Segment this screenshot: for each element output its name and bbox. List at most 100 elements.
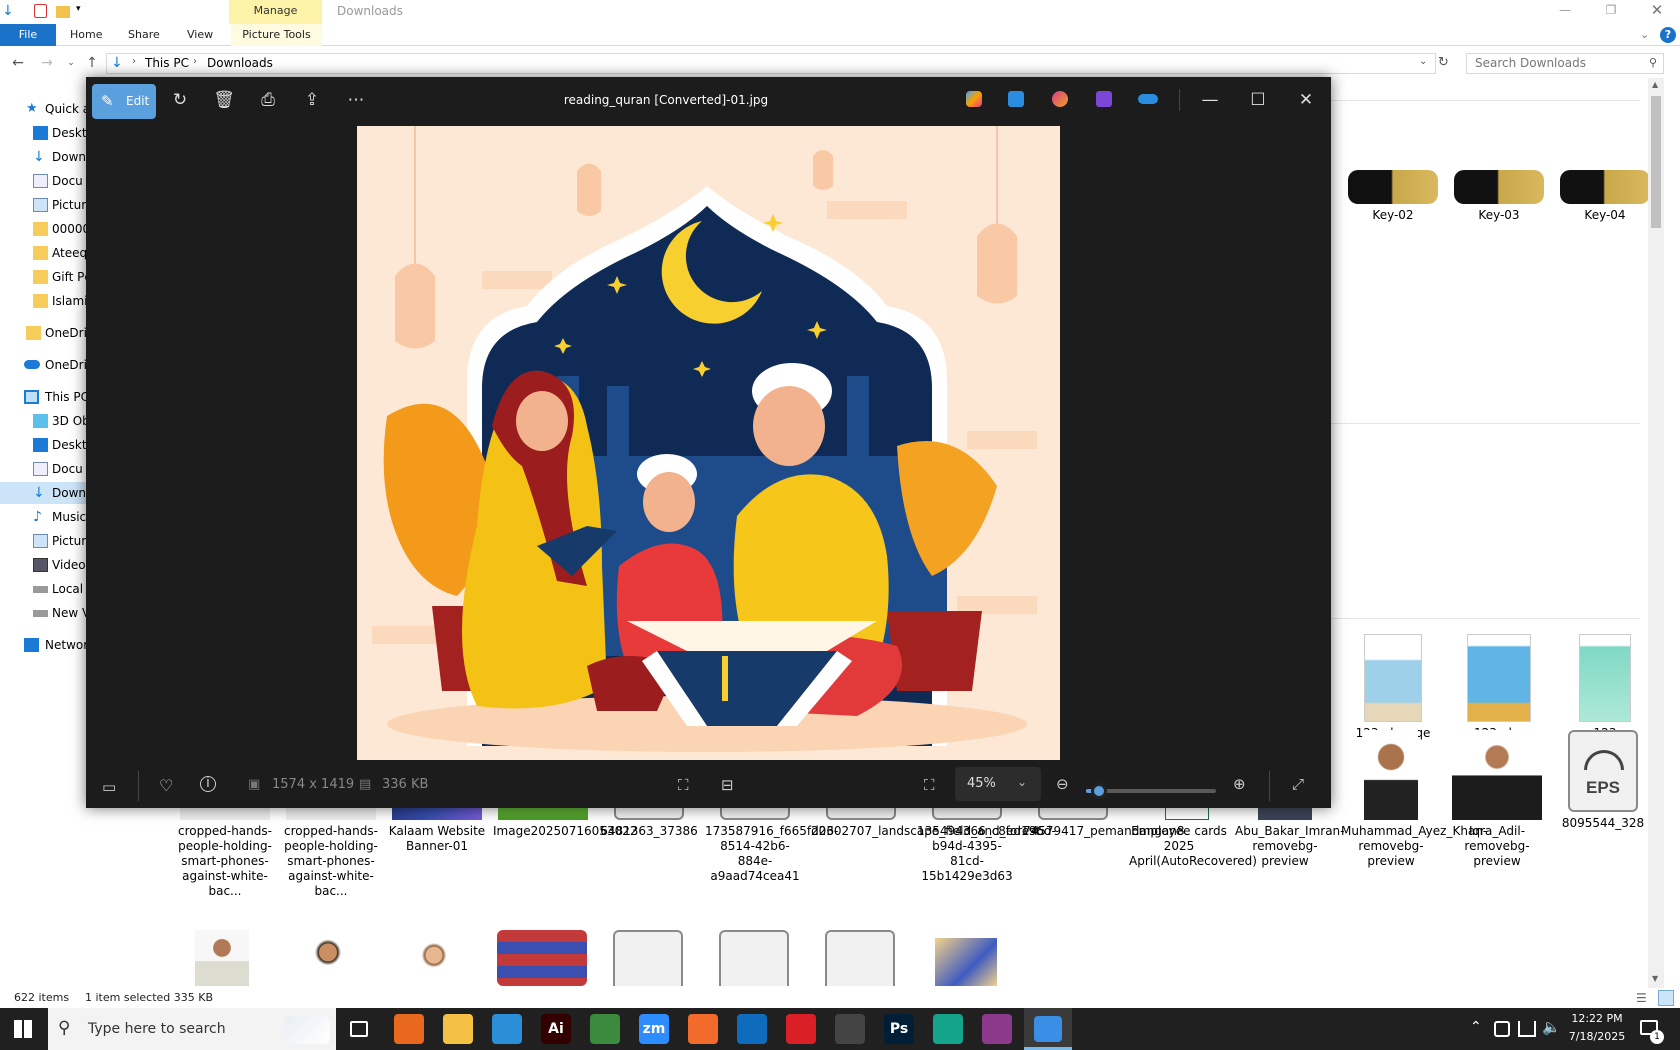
zoom-out-icon[interactable]: ⊖ — [1056, 775, 1069, 793]
breadcrumb-downloads[interactable]: Downloads — [207, 56, 273, 70]
file-tile[interactable]: Iqra_Adil-removebg-preview — [1447, 730, 1547, 869]
zoom-icon[interactable]: zm — [639, 1014, 669, 1044]
nav-pictures[interactable]: Pictur — [0, 530, 90, 552]
text-recognition-icon[interactable]: ⊟ — [721, 776, 734, 794]
breadcrumb-this-pc[interactable]: This PC — [145, 56, 189, 70]
network-icon[interactable] — [1518, 1021, 1536, 1037]
address-dropdown-icon[interactable]: ⌄ — [1419, 56, 1427, 67]
start-windows-icon[interactable] — [14, 1020, 32, 1038]
rotate-icon[interactable]: ↻ — [162, 83, 198, 117]
scroll-up-arrow-icon[interactable]: ▲ — [1652, 80, 1658, 89]
more-options-icon[interactable]: ⋯ — [338, 83, 374, 117]
outlook-icon[interactable] — [737, 1014, 767, 1044]
file-tile[interactable]: 123 — [1555, 634, 1655, 741]
file-tile[interactable]: Key-03 — [1449, 170, 1549, 223]
share-icon[interactable]: ⇪ — [294, 83, 330, 117]
minimize-button[interactable]: — — [1550, 0, 1580, 22]
copilot-icon[interactable] — [966, 91, 982, 107]
nav-desktop[interactable]: Deskto — [0, 434, 90, 456]
scroll-thumb[interactable] — [1651, 96, 1661, 228]
nav-folder[interactable]: Islami — [0, 290, 90, 312]
forward-arrow-icon[interactable]: → — [38, 54, 56, 72]
zoom-dropdown[interactable]: 45% ⌄ — [955, 767, 1041, 801]
search-icon[interactable]: ⚲ — [1649, 56, 1657, 69]
address-bar[interactable]: ↓ › This PC › Downloads ⌄ — [106, 53, 1436, 74]
clock-date[interactable]: 7/18/2025 — [1562, 1030, 1632, 1043]
file-tile[interactable]: 123edrewqe — [1343, 634, 1443, 741]
winrar-icon[interactable] — [982, 1014, 1012, 1044]
tray-app-icon[interactable] — [1494, 1021, 1510, 1037]
photos-editor-icon[interactable] — [1008, 91, 1024, 107]
print-icon[interactable]: ⎙ — [250, 83, 286, 117]
help-icon[interactable]: ? — [1660, 27, 1676, 43]
actual-size-icon[interactable]: ⛶ — [924, 776, 935, 794]
creative-cloud-icon[interactable] — [786, 1014, 816, 1044]
viewer-close-button[interactable]: ✕ — [1288, 83, 1324, 117]
eps-file-icon[interactable] — [825, 930, 895, 986]
photoshop-icon[interactable]: Ps — [884, 1014, 914, 1044]
thumbnails-view-icon[interactable] — [1658, 990, 1674, 1006]
illustrator-icon[interactable]: Ai — [541, 1014, 571, 1044]
details-view-icon[interactable]: ☰ — [1636, 988, 1647, 1008]
download-arrow-icon[interactable]: ↓ — [2, 4, 14, 18]
nav-desktop[interactable]: Deskto — [0, 122, 90, 144]
viewer-minimize-button[interactable]: — — [1192, 83, 1228, 117]
taskbar-search-input[interactable]: Type here to search — [88, 1021, 226, 1037]
chrome-icon[interactable] — [590, 1014, 620, 1044]
portrait-thumbnail[interactable] — [195, 930, 249, 986]
taskbar-search-box[interactable]: ⚲ Type here to search — [48, 1008, 336, 1050]
nav-folder[interactable]: Gift Pc — [0, 266, 90, 288]
properties-icon[interactable] — [34, 4, 47, 18]
portrait-thumbnail[interactable] — [301, 930, 355, 986]
nav-this-pc[interactable]: This PC — [0, 386, 90, 408]
delete-icon[interactable]: 🗑 — [206, 83, 242, 117]
designer-icon[interactable] — [1052, 91, 1068, 107]
vertical-scrollbar[interactable]: ▲ ▼ — [1648, 78, 1664, 988]
pen-tool-icon[interactable] — [835, 1014, 865, 1044]
context-tab-manage[interactable]: Manage — [229, 0, 322, 24]
restore-button[interactable]: ❐ — [1596, 0, 1626, 22]
nav-downloads-selected[interactable]: ↓ Down — [0, 482, 90, 504]
file-tile[interactable]: Key-02 — [1343, 170, 1443, 223]
tab-picture-tools[interactable]: Picture Tools — [231, 24, 322, 46]
nav-network[interactable]: Networ — [0, 634, 90, 656]
zoom-in-icon[interactable]: ⊕ — [1233, 775, 1246, 793]
info-icon[interactable]: i — [200, 776, 216, 792]
volume-icon[interactable]: 🔈 — [1542, 1018, 1561, 1036]
file-tile[interactable]: 123edre — [1449, 634, 1549, 741]
nav-music[interactable]: ♪ Music — [0, 506, 90, 528]
scroll-down-arrow-icon[interactable]: ▼ — [1652, 974, 1658, 983]
file-explorer-icon[interactable] — [443, 1014, 473, 1044]
tab-view[interactable]: View — [175, 24, 225, 46]
image-thumbnail[interactable] — [935, 938, 997, 986]
tab-share[interactable]: Share — [116, 24, 172, 46]
refresh-icon[interactable]: ↻ — [1438, 55, 1454, 73]
zoom-slider-thumb[interactable] — [1091, 783, 1107, 799]
nav-onedrive[interactable]: OneDriv — [0, 354, 90, 376]
firefox-icon[interactable] — [394, 1014, 424, 1044]
image-canvas[interactable] — [357, 126, 1060, 760]
file-tile[interactable]: Key-04 — [1555, 170, 1655, 223]
nav-onedrive-folder[interactable]: OneDriv — [0, 322, 90, 344]
task-view-icon[interactable] — [350, 1021, 368, 1037]
file-tile[interactable]: EPS 8095544_328 — [1553, 730, 1653, 831]
nav-local-disk[interactable]: Local — [0, 578, 90, 600]
pdf-app-icon[interactable] — [688, 1014, 718, 1044]
nav-quick-access[interactable]: ★ Quick a — [0, 98, 90, 120]
clipchamp-icon[interactable] — [1096, 91, 1112, 107]
winrar-archive-icon[interactable] — [497, 930, 587, 986]
fullscreen-icon[interactable]: ⤢ — [1292, 775, 1304, 793]
favorite-heart-icon[interactable]: ♡ — [159, 776, 173, 795]
onedrive-sync-off-icon[interactable] — [1138, 94, 1158, 104]
search-input[interactable]: Search Downloads — [1475, 56, 1586, 70]
vscode-icon[interactable] — [492, 1014, 522, 1044]
eps-file-icon[interactable] — [613, 930, 683, 986]
edit-button[interactable]: ✎ Edit — [92, 84, 156, 119]
nav-3d-objects[interactable]: 3D Ob — [0, 410, 90, 432]
nav-downloads[interactable]: ↓ Down — [0, 146, 90, 168]
nav-folder[interactable]: Ateeq — [0, 242, 90, 264]
close-button[interactable]: ✕ — [1642, 0, 1672, 22]
nav-documents[interactable]: Docu — [0, 458, 90, 480]
ribbon-expand-icon[interactable]: ⌄ — [1640, 28, 1649, 41]
eps-file-icon[interactable] — [719, 930, 789, 986]
